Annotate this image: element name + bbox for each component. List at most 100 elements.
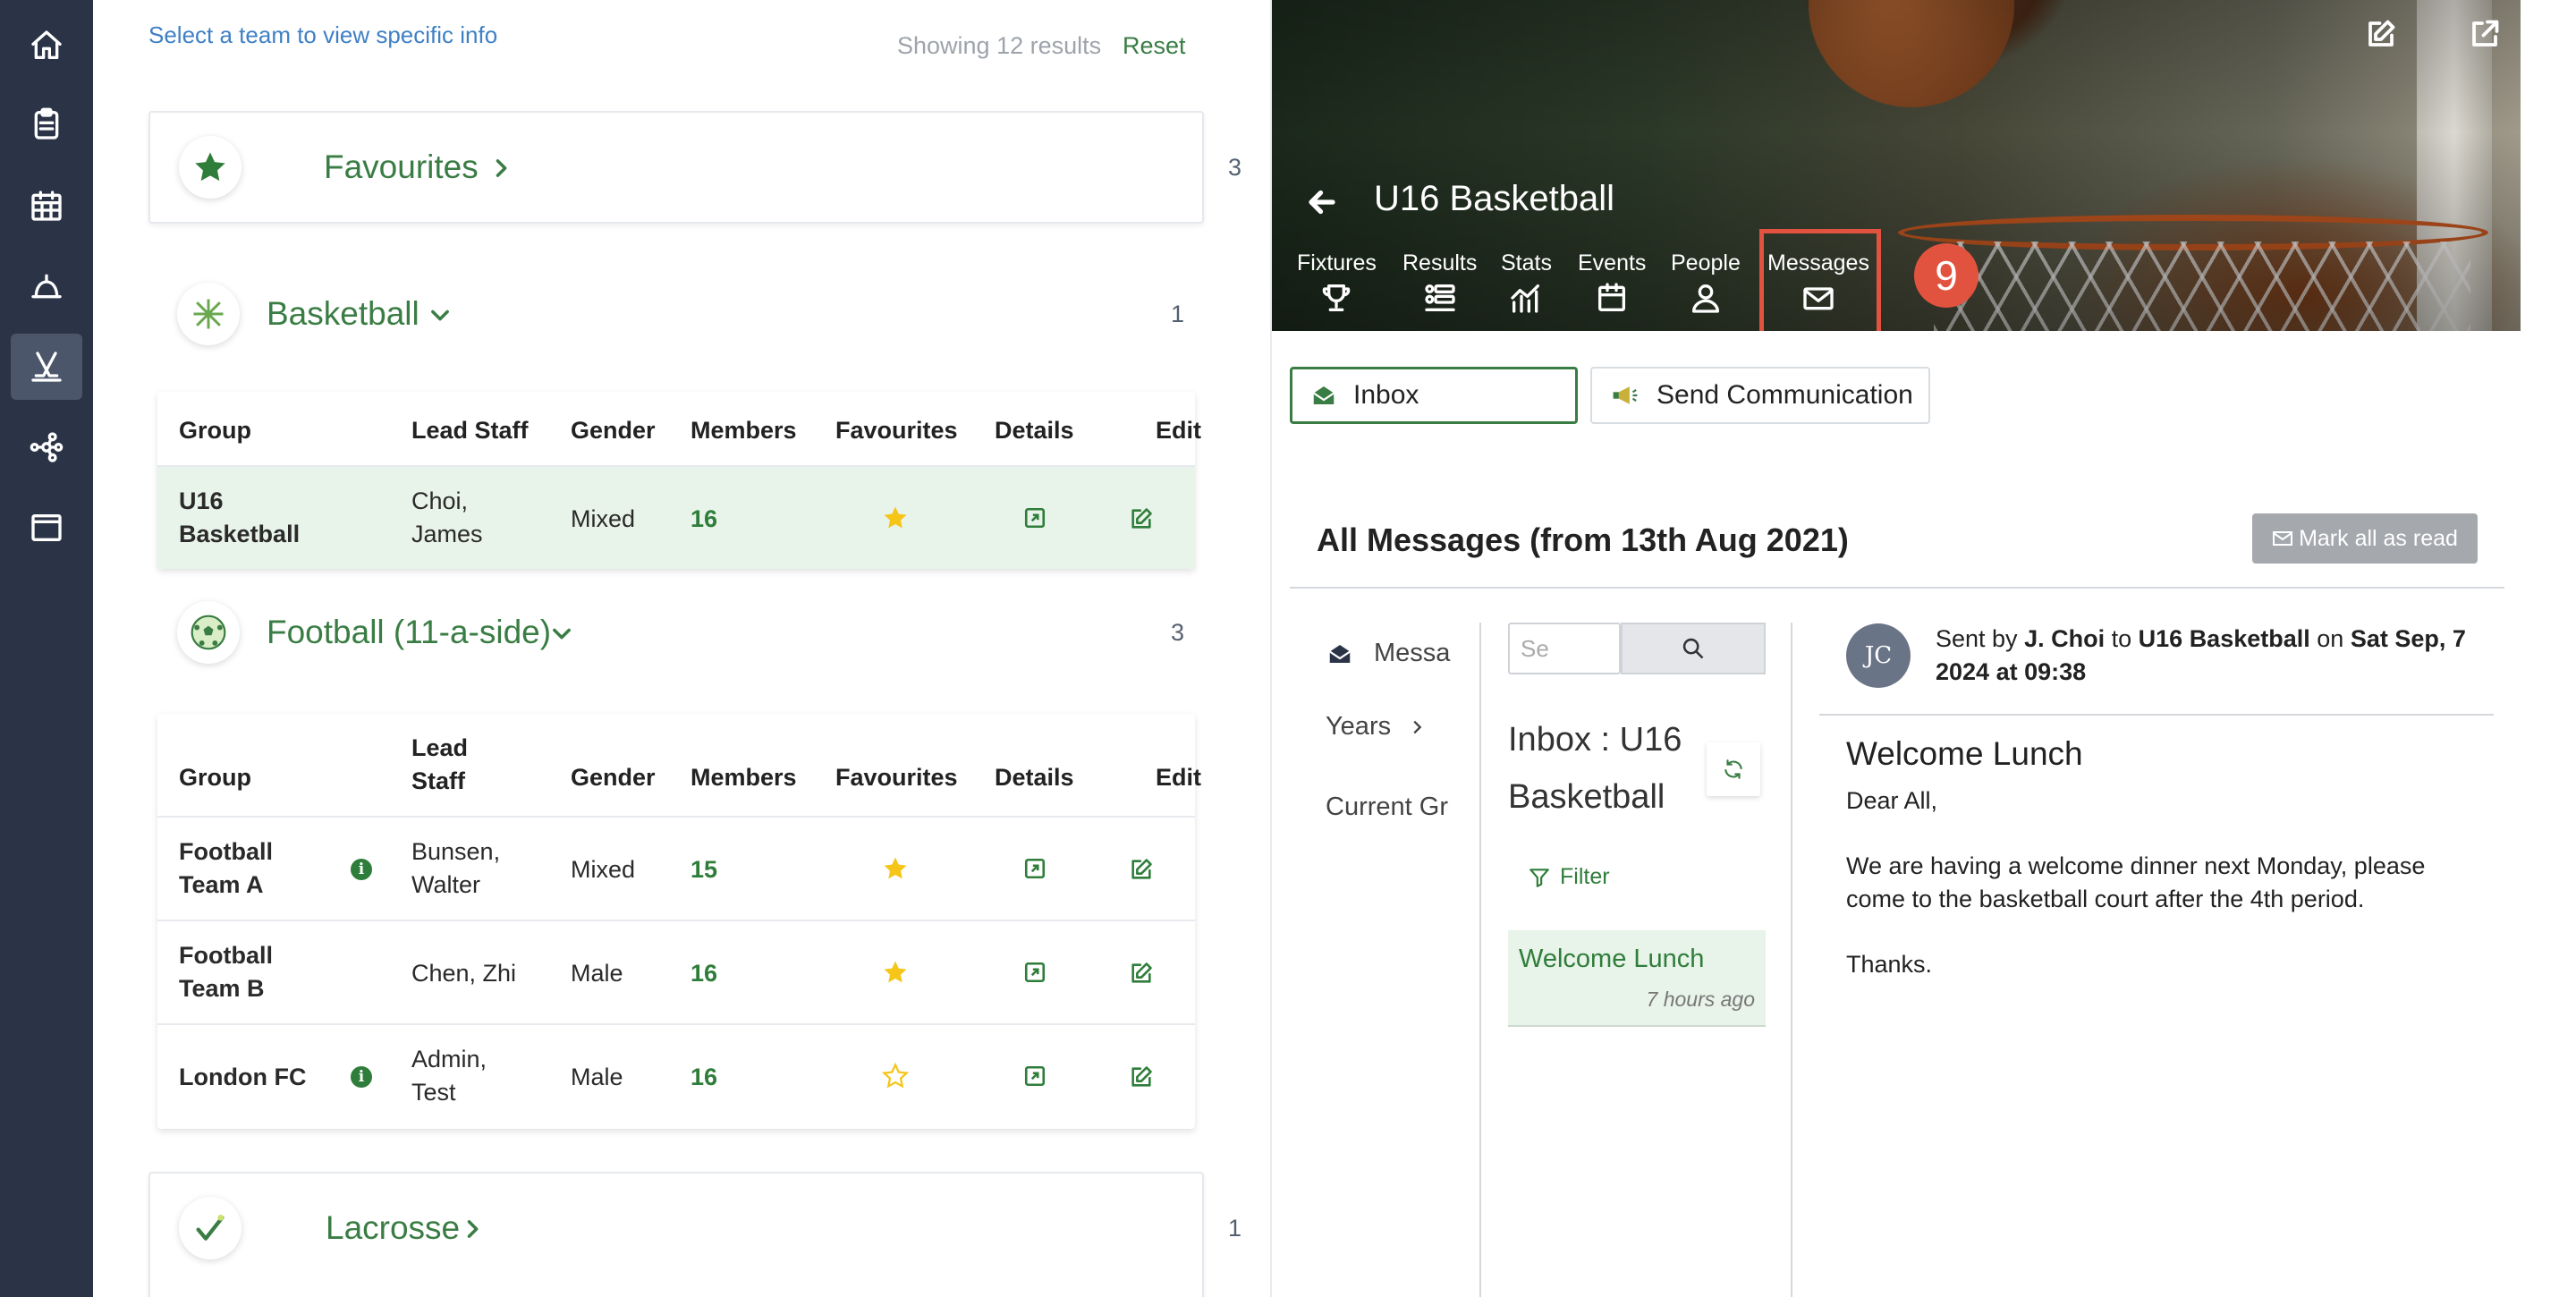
envelope-icon xyxy=(2273,531,2293,546)
calendar-icon[interactable] xyxy=(11,173,82,239)
external-link-icon[interactable] xyxy=(2469,18,2501,55)
search-input[interactable]: Se xyxy=(1508,623,1621,674)
section-title: Lacrosse xyxy=(326,1209,461,1246)
tab-label: People xyxy=(1671,250,1741,276)
team-banner: U16 Basketball Fixtures Results Stats Ev… xyxy=(1272,0,2522,331)
edit-banner-icon[interactable] xyxy=(2365,18,2397,55)
mark-all-read-label: Mark all as read xyxy=(2299,525,2458,551)
details-icon[interactable] xyxy=(1023,857,1046,885)
filter-label: Filter xyxy=(1560,864,1610,889)
inbox-button[interactable]: Inbox xyxy=(1290,367,1578,424)
lead-staff-line: James xyxy=(411,521,483,547)
edit-icon[interactable] xyxy=(1129,961,1154,990)
tab-events[interactable]: Events xyxy=(1578,250,1646,320)
group-name: London FC xyxy=(179,1064,307,1090)
refresh-icon xyxy=(1724,759,1742,779)
lead-staff-line: Choi, xyxy=(411,487,469,514)
group-name: Football Team A xyxy=(179,835,273,902)
message-item-age: 7 hours ago xyxy=(1646,988,1755,1011)
back-arrow-icon[interactable] xyxy=(1304,186,1340,223)
football-table: Group Lead Staff Gender Members Favourit… xyxy=(157,714,1201,1129)
list-item[interactable]: Welcome Lunch 7 hours ago xyxy=(1508,930,1766,1027)
details-icon[interactable] xyxy=(1023,506,1046,534)
refresh-button[interactable] xyxy=(1707,742,1760,796)
clipboard-icon[interactable] xyxy=(11,91,82,157)
section-title: Favourites xyxy=(324,148,479,185)
message-body-line: come to the basketball court after the 4… xyxy=(1846,886,2365,912)
page-gutter xyxy=(2521,0,2576,1297)
search-icon xyxy=(1682,638,1704,659)
details-icon[interactable] xyxy=(1023,1064,1046,1092)
star-filled-icon[interactable] xyxy=(882,504,909,536)
team-detail-pane: U16 Basketball Fixtures Results Stats Ev… xyxy=(1270,0,2522,1297)
nav-messages-label: Messa xyxy=(1374,639,1451,667)
send-communication-button[interactable]: Send Communication xyxy=(1590,367,1930,424)
group-name: U16 Basketball xyxy=(179,485,300,551)
open-envelope-icon xyxy=(1329,644,1351,663)
chevron-down-icon[interactable] xyxy=(428,302,453,332)
tab-label: Events xyxy=(1578,250,1647,276)
nav-messages[interactable]: Messa xyxy=(1326,639,1504,668)
info-icon[interactable]: i xyxy=(351,1066,372,1088)
home-icon[interactable] xyxy=(11,13,82,79)
inbox-button-label: Inbox xyxy=(1353,380,1419,410)
section-title: Football (11-a-side) xyxy=(267,614,552,650)
star-outline-icon[interactable] xyxy=(881,1062,910,1094)
col-group: Group xyxy=(179,764,251,791)
group-name-line: Team A xyxy=(179,871,264,898)
group-name-line: U16 xyxy=(179,487,224,514)
team-title: U16 Basketball xyxy=(1374,179,1615,218)
mark-all-read-button[interactable]: Mark all as read xyxy=(2252,513,2478,564)
star-filled-icon[interactable] xyxy=(882,855,909,886)
whistle-icon[interactable] xyxy=(11,253,82,319)
select-team-hint[interactable]: Select a team to view specific info xyxy=(148,21,497,49)
col-lead-staff-line: Staff xyxy=(411,767,465,794)
stats-chart-icon xyxy=(1511,284,1540,313)
lacrosse-icon xyxy=(179,1197,242,1259)
section-count: 1 xyxy=(1170,301,1184,327)
table-row[interactable]: Football Team A i Bunsen, Walter Mixed 1… xyxy=(157,816,1195,920)
favourites-section[interactable]: Favourites 3 xyxy=(148,111,1241,224)
group-name-line: Basketball xyxy=(179,521,301,547)
chevron-down-icon[interactable] xyxy=(549,621,574,650)
table-row[interactable]: London FC i Admin, Test Male 16 xyxy=(157,1023,1195,1129)
info-icon[interactable]: i xyxy=(351,859,372,880)
table-row[interactable]: Football Team B Chen, Zhi Male 16 xyxy=(157,920,1195,1023)
tab-label: Results xyxy=(1402,250,1478,276)
megaphone-icon xyxy=(1613,386,1638,404)
section-count: 1 xyxy=(1227,1215,1241,1242)
to-label: to xyxy=(2111,625,2132,652)
nav-current-groups[interactable]: Current Gr xyxy=(1326,793,1469,822)
football-icon xyxy=(177,601,240,664)
chevron-right-icon xyxy=(460,1216,485,1246)
lacrosse-section[interactable]: Lacrosse 1 xyxy=(148,1172,1241,1297)
tab-stats[interactable]: Stats xyxy=(1501,250,1552,320)
reset-link[interactable]: Reset xyxy=(1123,32,1186,60)
table-row[interactable]: U16 Basketball Choi, James Mixed 16 xyxy=(157,465,1195,569)
members-count[interactable]: 15 xyxy=(691,853,717,886)
nav-years[interactable]: Years xyxy=(1326,712,1427,742)
tab-fixtures[interactable]: Fixtures xyxy=(1297,250,1377,320)
col-edit: Edit xyxy=(1156,764,1201,791)
window-icon[interactable] xyxy=(11,495,82,561)
search-button[interactable] xyxy=(1621,623,1766,674)
lead-staff: Bunsen, Walter xyxy=(411,835,500,902)
col-members: Members xyxy=(691,764,797,791)
star-filled-icon[interactable] xyxy=(882,959,909,990)
members-count[interactable]: 16 xyxy=(691,957,717,990)
details-icon[interactable] xyxy=(1023,961,1046,988)
tab-results[interactable]: Results xyxy=(1402,250,1477,320)
gender: Mixed xyxy=(571,856,636,883)
hockey-sticks-icon[interactable] xyxy=(11,334,82,400)
members-count[interactable]: 16 xyxy=(691,1061,717,1094)
col-lead-staff: Lead Staff xyxy=(411,417,529,444)
col-favourites: Favourites xyxy=(835,417,958,444)
edit-icon[interactable] xyxy=(1129,857,1154,886)
network-icon[interactable] xyxy=(11,414,82,480)
members-count[interactable]: 16 xyxy=(691,503,717,536)
edit-icon[interactable] xyxy=(1129,506,1154,536)
edit-icon[interactable] xyxy=(1129,1064,1154,1094)
filter-button[interactable]: Filter xyxy=(1528,864,1610,890)
team-list-pane: Select a team to view specific info Show… xyxy=(93,0,1270,1297)
tab-people[interactable]: People xyxy=(1671,250,1741,320)
